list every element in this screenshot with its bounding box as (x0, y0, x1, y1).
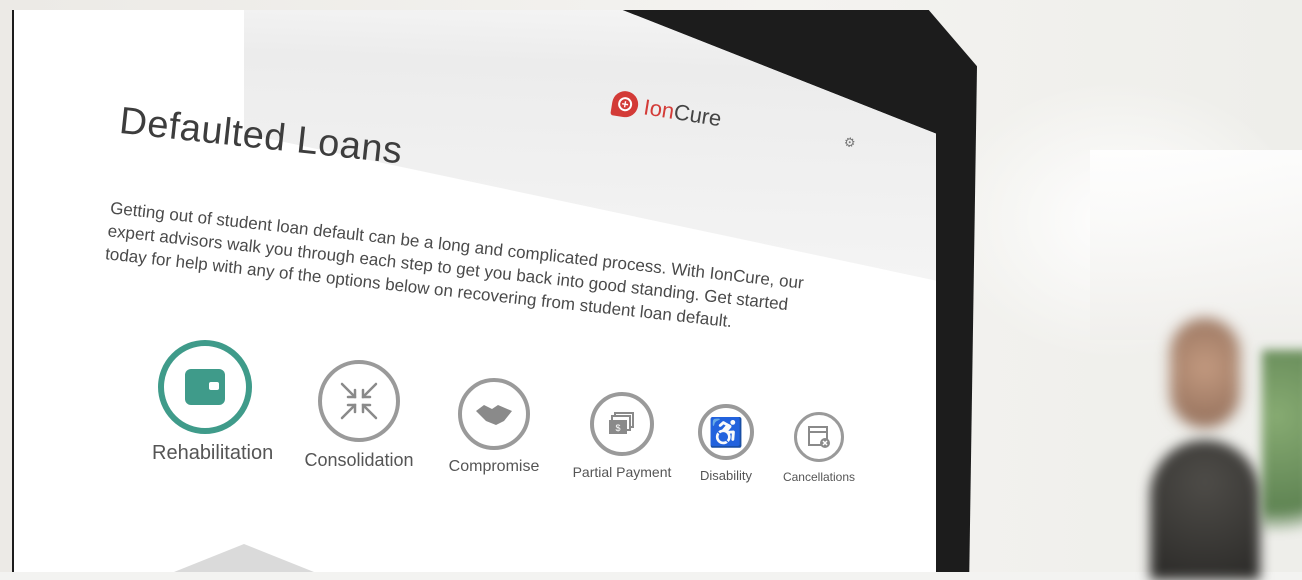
option-label: Consolidation (304, 450, 414, 470)
option-partial-payment[interactable]: $ Partial Payment (572, 392, 672, 480)
svg-text:$: $ (615, 423, 620, 433)
logo-text: IonCure (642, 94, 724, 132)
decorative-shape (144, 544, 344, 572)
wallet-icon (158, 340, 252, 434)
loan-options: Rehabilitation Consolidation Compromise … (152, 340, 874, 548)
background-person (1150, 440, 1260, 580)
monitor-screen: + IonCure ⚙ Defaulted Loans Getting out … (14, 10, 936, 572)
logo-cross-bubble-icon: + (610, 89, 641, 120)
option-label: Partial Payment (572, 464, 672, 480)
option-disability[interactable]: ♿ Disability (686, 404, 766, 483)
ioncure-logo[interactable]: + IonCure (610, 89, 723, 132)
cash-stack-icon: $ (590, 392, 654, 456)
option-consolidation[interactable]: Consolidation (304, 360, 414, 471)
background-person-head (1170, 318, 1240, 428)
option-label: Cancellations (782, 470, 856, 484)
option-compromise[interactable]: Compromise (446, 378, 542, 476)
wheelchair-icon: ♿ (698, 404, 754, 460)
option-label: Rehabilitation (152, 442, 274, 464)
option-label: Compromise (448, 458, 540, 475)
intro-text: Getting out of student loan default can … (104, 198, 805, 332)
gear-icon[interactable]: ⚙ (843, 134, 857, 152)
cancel-document-icon (794, 412, 844, 462)
handshake-icon (458, 378, 530, 450)
option-label: Disability (699, 468, 752, 483)
option-cancellations[interactable]: Cancellations (776, 412, 862, 484)
background-plant (1262, 350, 1302, 570)
option-rehabilitation[interactable]: Rehabilitation (152, 340, 274, 465)
arrows-converge-icon (318, 360, 400, 442)
background-window (1090, 150, 1302, 340)
